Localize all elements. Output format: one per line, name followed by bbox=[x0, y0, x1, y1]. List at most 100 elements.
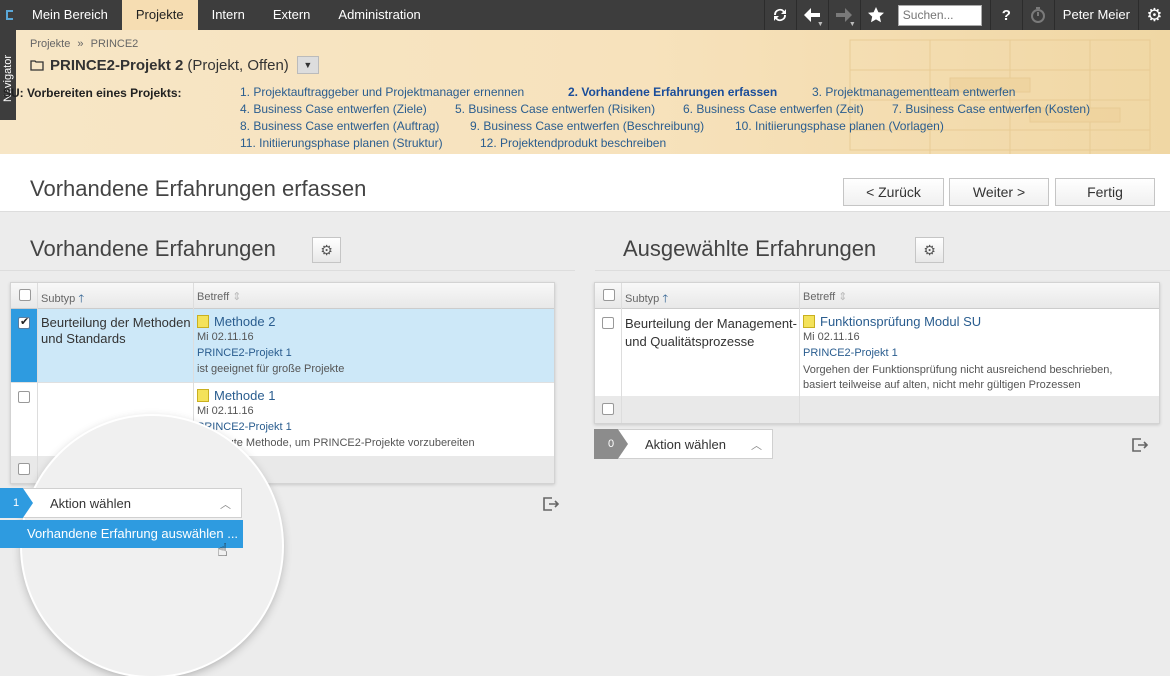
project-title: PRINCE2-Projekt 2 (Projekt, Offen) ▼ bbox=[30, 56, 319, 74]
right-col-betreff-label: Betreff bbox=[803, 291, 836, 303]
left-col-subtyp[interactable]: Subtyp 🡑 bbox=[41, 290, 84, 309]
step-7[interactable]: 7. Business Case entwerfen (Kosten) bbox=[892, 102, 1090, 116]
col-divider bbox=[799, 283, 800, 423]
row-title-link[interactable]: Funktionsprüfung Modul SU bbox=[803, 314, 981, 329]
navigator-toggle[interactable]: Navigator bbox=[0, 30, 16, 120]
row-description: Vorgehen der Funktionsprüfung nicht ausr… bbox=[803, 364, 1113, 391]
sort-icon: ⇕ bbox=[838, 291, 848, 303]
table-row[interactable]: Beurteilung der Methoden und Standards M… bbox=[11, 309, 554, 383]
tab-intern[interactable]: Intern bbox=[198, 0, 259, 30]
right-divider bbox=[595, 270, 1170, 271]
row-description: sehr gute Methode, um PRINCE2-Projekte v… bbox=[197, 437, 475, 449]
sort-asc-icon: 🡑 bbox=[78, 293, 85, 305]
folder-icon bbox=[30, 60, 44, 71]
right-grid-footer bbox=[595, 396, 1159, 423]
help-button[interactable]: ? bbox=[989, 0, 1022, 30]
right-select-all-checkbox[interactable] bbox=[603, 289, 615, 301]
left-select-all-checkbox[interactable] bbox=[19, 289, 31, 301]
step-3[interactable]: 3. Projektmanagementteam entwerfen bbox=[812, 85, 1015, 99]
step-12[interactable]: 12. Projektendprodukt beschreiben bbox=[480, 136, 666, 150]
left-col-betreff[interactable]: Betreff ⇕ bbox=[197, 290, 242, 303]
user-name[interactable]: Peter Meier bbox=[1053, 0, 1138, 30]
step-6[interactable]: 6. Business Case entwerfen (Zeit) bbox=[683, 102, 864, 116]
favorites-star-icon[interactable] bbox=[859, 0, 892, 30]
menu-item-select-experience[interactable]: Vorhandene Erfahrung auswählen ... bbox=[0, 520, 243, 548]
left-col-betreff-label: Betreff bbox=[197, 291, 230, 303]
row-title-link[interactable]: Methode 1 bbox=[197, 388, 275, 403]
left-divider bbox=[0, 270, 575, 271]
step-8[interactable]: 8. Business Case entwerfen (Auftrag) bbox=[240, 119, 439, 133]
right-settings-gear-icon[interactable]: ⚙ bbox=[915, 237, 944, 263]
row-description: ist geeignet für große Projekte bbox=[197, 363, 345, 375]
left-grid-header: Subtyp 🡑 Betreff ⇕ bbox=[11, 283, 554, 309]
action-label: Aktion wählen bbox=[50, 496, 131, 511]
breadcrumb-prince2[interactable]: PRINCE2 bbox=[91, 38, 139, 50]
tab-administration[interactable]: Administration bbox=[324, 0, 434, 30]
finish-button[interactable]: Fertig bbox=[1055, 178, 1155, 206]
step-4[interactable]: 4. Business Case entwerfen (Ziele) bbox=[240, 102, 427, 116]
stopwatch-icon[interactable] bbox=[1021, 0, 1054, 30]
tab-mein-bereich[interactable]: Mein Bereich bbox=[18, 0, 122, 30]
step-1[interactable]: 1. Projektauftraggeber und Projektmanage… bbox=[240, 85, 524, 99]
selection-count-badge: 0 bbox=[594, 429, 628, 459]
selection-count-badge: 1 bbox=[0, 488, 33, 518]
row-title: Methode 2 bbox=[214, 314, 276, 329]
tab-projekte[interactable]: Projekte bbox=[121, 0, 198, 30]
row-subtyp: Beurteilung der Management- und Qualität… bbox=[625, 316, 797, 349]
next-button[interactable]: Weiter > bbox=[949, 178, 1049, 206]
sort-asc-icon: 🡑 bbox=[662, 293, 669, 305]
page-title: Vorhandene Erfahrungen erfassen bbox=[30, 176, 367, 201]
left-settings-gear-icon[interactable]: ⚙ bbox=[312, 237, 341, 263]
left-export-icon[interactable] bbox=[542, 496, 562, 514]
breadcrumb-projekte[interactable]: Projekte bbox=[30, 38, 70, 50]
note-icon bbox=[197, 389, 209, 402]
row-subtyp: Beurteilung der Methoden und Standards bbox=[41, 315, 191, 346]
sort-icon: ⇕ bbox=[232, 291, 242, 303]
hand-cursor-icon: ☝ bbox=[217, 540, 228, 560]
right-col-subtyp-label: Subtyp bbox=[625, 293, 660, 305]
footer-checkbox[interactable] bbox=[602, 403, 614, 415]
back-button[interactable]: < Zurück bbox=[843, 178, 944, 206]
tab-extern[interactable]: Extern bbox=[259, 0, 325, 30]
app-logo-icon[interactable] bbox=[0, 0, 18, 30]
row-date: Mi 02.11.16 bbox=[197, 331, 254, 343]
row-title: Funktionsprüfung Modul SU bbox=[820, 314, 982, 329]
step-9[interactable]: 9. Business Case entwerfen (Beschreibung… bbox=[470, 119, 704, 133]
step-11[interactable]: 11. Initiierungsphase planen (Struktur) bbox=[240, 136, 443, 150]
row-title: Methode 1 bbox=[214, 388, 276, 403]
breadcrumb: Projekte » PRINCE2 bbox=[30, 38, 138, 50]
row-checkbox[interactable] bbox=[18, 315, 30, 329]
left-col-subtyp-label: Subtyp bbox=[41, 293, 76, 305]
step-2-current[interactable]: 2. Vorhandene Erfahrungen erfassen bbox=[568, 85, 777, 99]
search-input[interactable] bbox=[897, 4, 982, 26]
row-title-link[interactable]: Methode 2 bbox=[197, 314, 275, 329]
step-10[interactable]: 10. Initiierungsphase planen (Vorlagen) bbox=[735, 119, 944, 133]
right-col-betreff[interactable]: Betreff ⇕ bbox=[803, 290, 848, 303]
footer-checkbox[interactable] bbox=[18, 463, 30, 475]
refresh-icon[interactable] bbox=[763, 0, 796, 30]
breadcrumb-separator: » bbox=[77, 38, 84, 50]
forward-arrow-icon[interactable]: ▼ bbox=[827, 0, 860, 30]
su-label: SU: Vorbereiten eines Projekts: bbox=[3, 86, 182, 100]
right-col-subtyp[interactable]: Subtyp 🡑 bbox=[625, 290, 668, 309]
row-date: Mi 02.11.16 bbox=[803, 331, 860, 343]
right-action-dropdown[interactable]: 0 Aktion wählen ︿ bbox=[594, 429, 773, 459]
col-divider bbox=[37, 283, 38, 483]
right-export-icon[interactable] bbox=[1131, 437, 1151, 455]
step-5[interactable]: 5. Business Case entwerfen (Risiken) bbox=[455, 102, 655, 116]
settings-gear-icon[interactable]: ⚙ bbox=[1138, 0, 1170, 30]
col-divider bbox=[621, 283, 622, 423]
note-icon bbox=[803, 315, 815, 328]
note-icon bbox=[197, 315, 209, 328]
back-arrow-icon[interactable]: ▼ bbox=[795, 0, 828, 30]
row-project-link[interactable]: PRINCE2-Projekt 1 bbox=[197, 347, 292, 359]
left-action-dropdown[interactable]: 1 Aktion wählen ︿ bbox=[0, 488, 242, 518]
row-checkbox[interactable] bbox=[18, 391, 30, 403]
right-section-title: Ausgewählte Erfahrungen bbox=[623, 236, 877, 261]
row-checkbox[interactable] bbox=[602, 317, 614, 329]
row-project-link[interactable]: PRINCE2-Projekt 1 bbox=[803, 347, 898, 359]
chevron-up-icon: ︿ bbox=[220, 499, 231, 511]
chevron-up-icon: ︿ bbox=[751, 440, 762, 452]
table-row[interactable]: Beurteilung der Management- und Qualität… bbox=[595, 309, 1159, 397]
project-menu-dropdown[interactable]: ▼ bbox=[296, 56, 319, 74]
